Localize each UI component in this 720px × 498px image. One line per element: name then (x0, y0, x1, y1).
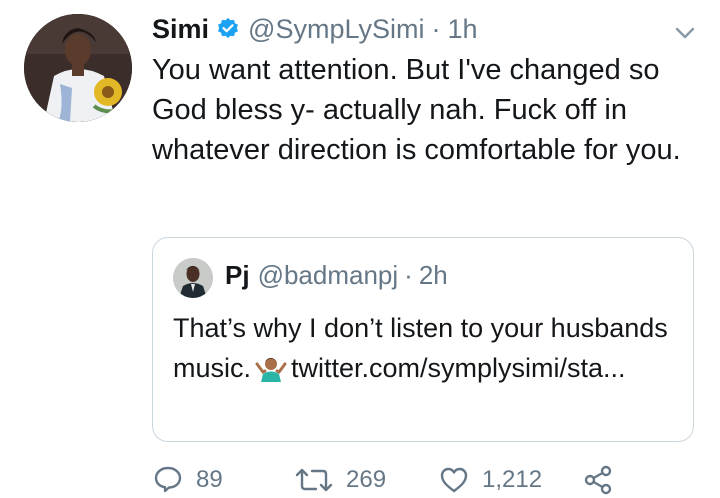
like-icon (440, 467, 468, 493)
like-button[interactable]: 1,212 (438, 462, 542, 498)
like-count: 1,212 (482, 466, 543, 493)
quoted-author-handle[interactable]: @badmanpj (258, 260, 399, 291)
retweet-count: 269 (346, 466, 387, 493)
share-button[interactable] (582, 462, 614, 498)
reply-icon (154, 466, 182, 493)
share-icon (584, 465, 612, 495)
tweet-text: You want attention. But I've changed so … (152, 54, 681, 166)
retweet-button[interactable]: 269 (294, 462, 386, 498)
quoted-tweet[interactable]: Pj @badmanpj · 2h That’s why I don’t lis… (152, 237, 694, 442)
verified-badge-icon (216, 17, 240, 41)
quoted-text: That’s why I don’t listen to your husban… (173, 308, 678, 388)
person-shrugging-emoji (255, 352, 287, 382)
quoted-timestamp[interactable]: 2h (419, 260, 448, 291)
header-separator: · (431, 13, 441, 44)
author-avatar[interactable] (24, 14, 132, 122)
retweet-icon (295, 468, 333, 492)
quoted-header-separator: · (404, 259, 413, 290)
chevron-down-icon[interactable] (672, 20, 698, 46)
action-bar: 89 269 1,212 (152, 462, 712, 498)
quoted-header: Pj @badmanpj · 2h (225, 256, 448, 294)
author-name[interactable]: Simi (152, 14, 209, 45)
reply-count: 89 (196, 466, 223, 493)
tweet-header: Simi @SympLySimi · 1h (152, 10, 478, 48)
quoted-author-avatar[interactable] (173, 258, 213, 298)
quoted-link[interactable]: twitter.com/symplysimi/sta... (291, 353, 626, 383)
tweet: Simi @SympLySimi · 1h You want attention… (0, 0, 720, 498)
tweet-timestamp[interactable]: 1h (447, 14, 477, 45)
reply-button[interactable]: 89 (152, 462, 223, 498)
author-handle[interactable]: @SympLySimi (248, 14, 424, 45)
quoted-author-name[interactable]: Pj (225, 260, 250, 291)
